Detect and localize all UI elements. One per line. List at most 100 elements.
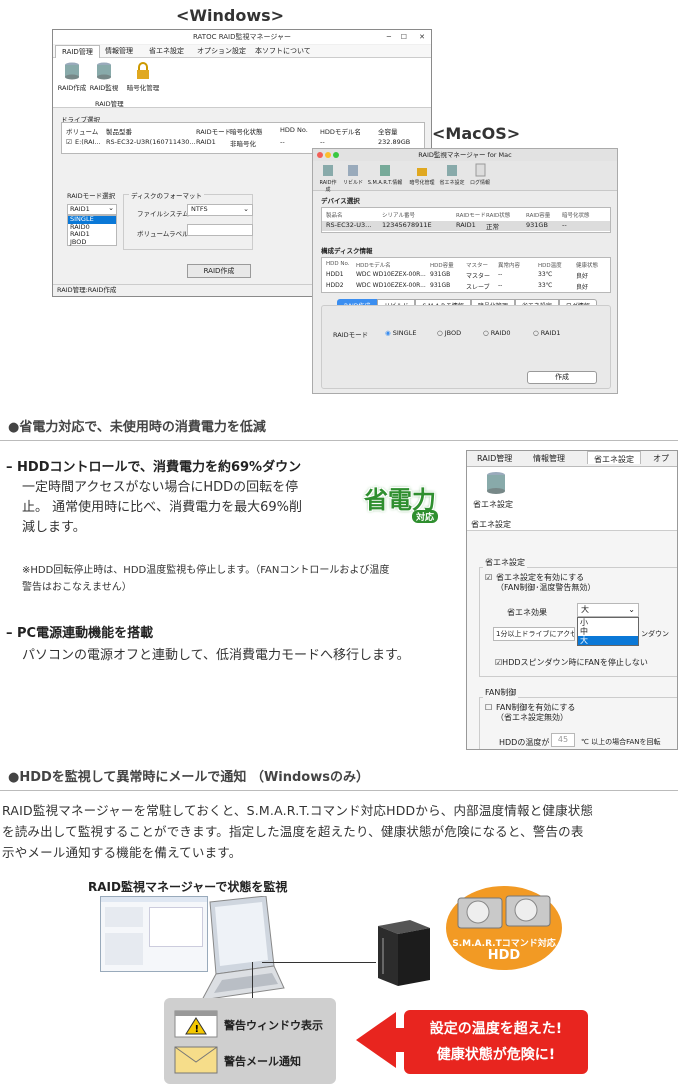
ribbon-body: RAID作成 RAID監視 暗号化管理 RAID管理 — [53, 58, 431, 108]
fan-stop-checkbox[interactable]: ☑HDDスピンダウン時にFANを停止しない — [495, 657, 648, 668]
disk-table: HDD No. HDDモデル名 HDD容量 マスター 異常内容 HDD温度 健康… — [321, 257, 611, 293]
mac-tool-log[interactable]: ログ情報 — [469, 163, 491, 186]
smart-hdd-badge: S.M.A.R.Tコマンド対応 HDD — [446, 886, 562, 970]
device-table: 製品名 シリアル番号 RAIDモード RAID状態 RAID容量 暗号化状態 R… — [321, 207, 611, 233]
section-heading: ●省電力対応で、未使用時の消費電力を低減 — [8, 420, 266, 435]
alert-text-temp: 設定の温度を超えた! — [429, 1021, 563, 1037]
volume-label-input[interactable] — [187, 224, 253, 236]
encryption-tool[interactable]: 暗号化管理 — [123, 62, 163, 92]
window-titlebar: RATOC RAID監視マネージャー ─ ☐ ✕ — [53, 30, 431, 44]
ribbon-group-label: RAID管理 — [95, 100, 124, 108]
connection-line-down — [252, 962, 253, 1002]
feature-heading: – PC電源連動機能を搭載 — [6, 626, 154, 641]
tab-option[interactable]: オプ — [647, 451, 675, 464]
option[interactable]: 小 — [578, 618, 638, 627]
tab-eco[interactable]: 省エネ設定 — [587, 451, 641, 464]
zoom-dot[interactable] — [333, 152, 339, 158]
option[interactable]: 中 — [578, 627, 638, 636]
lock-icon — [137, 62, 149, 79]
radio-jbod[interactable]: ○ JBOD — [437, 329, 461, 337]
mac-tool-encrypt[interactable]: 暗号化管理 — [409, 163, 435, 186]
eco-settings-window: RAID管理 情報管理 省エネ設定 オプ 省エネ設定 省エネ設定 省エネ設定 ☑… — [466, 450, 678, 750]
radio-icon: ○ — [437, 329, 443, 337]
eco-icon — [447, 165, 457, 176]
section-paragraph: RAID監視マネージャーを常駐しておくと、S.M.A.R.T.コマンド対応HDD… — [2, 803, 594, 860]
tool-label: RAID作成 — [57, 84, 87, 92]
close-icon[interactable]: ✕ — [419, 30, 425, 44]
mini-screenshot — [100, 896, 208, 972]
hdd-disk-icon — [457, 895, 551, 929]
temp-input[interactable]: 45 — [551, 733, 575, 747]
disk-stack-icon — [487, 472, 505, 494]
alert-box: 設定の温度を超えた! 健康状態が危険に! — [404, 1010, 588, 1074]
raid-mode-options: SINGLE RAID0 RAID1 JBOD — [67, 215, 117, 246]
device-select-label: デバイス選択 — [321, 197, 360, 205]
ribbon-tabs: RAID管理 情報管理 省エネ設定 オプション設定 本ソフトについて — [53, 45, 431, 58]
window-title: RATOC RAID監視マネージャー — [192, 33, 292, 41]
mac-create-button[interactable]: 作成 — [527, 371, 597, 384]
tab-info[interactable]: 情報管理 — [527, 451, 571, 464]
raid-monitor-tool[interactable]: RAID監視 — [89, 62, 119, 92]
fan-control-label: FAN制御 — [483, 687, 519, 698]
checkbox-icon: ☐ — [485, 703, 493, 712]
mac-tool-raid[interactable]: RAID作成 — [317, 163, 339, 193]
mac-tool-rebuild[interactable]: リビルド — [341, 163, 365, 186]
checkbox-checked-icon: ☑ — [485, 573, 493, 582]
note-text: ※HDD回転停止時は、HDD温度監視も停止します。（FANコントロールおよび温度… — [22, 565, 390, 593]
option[interactable]: JBOD — [70, 238, 116, 247]
diagram-title: RAID監視マネージャーで状態を監視 — [88, 880, 288, 894]
eco-tool-label[interactable]: 省エネ設定 — [473, 499, 513, 510]
raid-create-tool[interactable]: RAID作成 — [57, 62, 87, 92]
minimize-icon[interactable]: ─ — [387, 30, 391, 44]
tab-eco[interactable]: 省エネ設定 — [143, 45, 190, 58]
mac-toolbar: RAID作成 リビルド S.M.A.R.T.情報 暗号化管理 省エネ設定 ログ情… — [313, 161, 617, 193]
windows-label: <Windows> — [176, 6, 285, 25]
eco-tabs: RAID管理 情報管理 省エネ設定 オプ — [467, 451, 677, 467]
rebuild-icon — [348, 165, 358, 176]
checkbox[interactable]: ☑ — [66, 138, 72, 146]
filesystem-label: ファイルシステム — [137, 210, 189, 218]
raid-mode-select[interactable]: RAID1 ⌄ — [67, 204, 117, 215]
mail-icon — [174, 1046, 218, 1074]
temp-tail: ℃ 以上の場合FANを回転 — [581, 738, 661, 746]
tab-raid[interactable]: RAID管理 — [55, 45, 100, 58]
raid-mode-label: RAIDモード — [333, 331, 369, 339]
tab-about[interactable]: 本ソフトについて — [249, 45, 317, 58]
eco-enable-checkbox[interactable]: ☑ 省エネ設定を有効にする （FAN制御･温度警告無効） — [485, 573, 595, 593]
option[interactable]: 大 — [578, 636, 638, 645]
eco-box-label: 省エネ設定 — [483, 557, 527, 568]
warning-icon: ! — [174, 1010, 218, 1038]
disk-monitor-icon — [97, 62, 111, 80]
radio-raid1[interactable]: ○ RAID1 — [533, 329, 561, 337]
raid-create-button[interactable]: RAID作成 — [187, 264, 251, 278]
tab-raid[interactable]: RAID管理 — [471, 451, 518, 464]
divider — [0, 440, 678, 441]
fan-enable-checkbox[interactable]: ☐ FAN制御を有効にする （省エネ設定無効） — [485, 703, 575, 723]
eco-desc-box: 1分以上ドライブにアクセ — [493, 627, 575, 641]
radio-icon: ○ — [483, 329, 489, 337]
mac-window-title: RAID監視マネージャー for Mac — [418, 151, 512, 159]
radio-single[interactable]: ◉ SINGLE — [385, 329, 416, 337]
minimize-dot[interactable] — [325, 152, 331, 158]
mac-tool-smart[interactable]: S.M.A.R.T.情報 — [367, 163, 403, 186]
hdd-label: HDD — [487, 948, 521, 963]
volume-label: ボリュームラベル — [137, 230, 189, 238]
device-table-row[interactable]: RS-EC32-U3... 12345678911E RAID1 正常 931G… — [322, 221, 610, 231]
smart-icon — [380, 165, 390, 176]
eco-group-label: 省エネ設定 — [471, 520, 511, 529]
feature-text: 一定時間アクセスがない場合にHDDの回転を停 止。 通常使用時に比べ、消費電力を最… — [22, 480, 303, 535]
close-dot[interactable] — [317, 152, 323, 158]
divider — [0, 790, 678, 791]
filesystem-select[interactable]: NTFS ⌄ — [187, 204, 253, 216]
effect-select[interactable]: 大 ⌄ — [577, 603, 639, 617]
mac-tool-eco[interactable]: 省エネ設定 — [439, 163, 465, 186]
feature-text: パソコンの電源オフと連動して、低消費電力モードへ移行します。 — [22, 648, 410, 663]
maximize-icon[interactable]: ☐ — [401, 30, 407, 44]
effect-label: 省エネ効果 — [507, 608, 547, 617]
effect-options: 小 中 大 — [577, 617, 639, 646]
disk-info-label: 構成ディスク情報 — [321, 247, 373, 255]
tab-info[interactable]: 情報管理 — [99, 45, 139, 58]
radio-raid0[interactable]: ○ RAID0 — [483, 329, 511, 337]
svg-text:!: ! — [195, 1024, 200, 1035]
tab-option[interactable]: オプション設定 — [191, 45, 252, 58]
